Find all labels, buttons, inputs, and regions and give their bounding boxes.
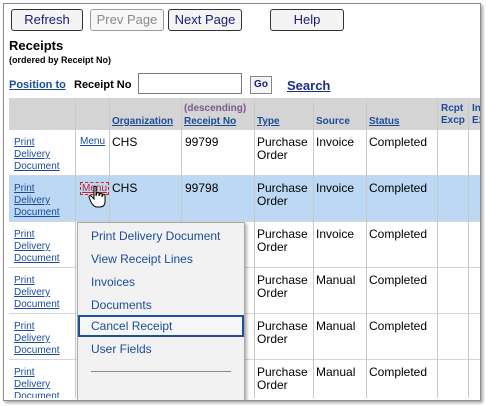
receipt-no-input[interactable] xyxy=(138,73,242,94)
cell-type: Purchase Order xyxy=(257,135,308,162)
print-delivery-document-link[interactable]: Print Delivery Document xyxy=(14,275,60,311)
print-delivery-document-link[interactable]: Print Delivery Document xyxy=(14,229,60,265)
page-subtitle: (ordered by Receipt No) xyxy=(9,55,112,65)
print-delivery-document-link[interactable]: Print Delivery Document xyxy=(14,183,60,219)
refresh-button[interactable]: Refresh xyxy=(11,9,83,31)
cell-source: Manual xyxy=(316,319,356,333)
cell-source: Manual xyxy=(316,365,356,379)
col-organization[interactable]: Organization xyxy=(112,116,173,127)
print-delivery-document-link[interactable]: Print Delivery Document xyxy=(14,321,60,357)
table-row[interactable]: PrintDeliveryDocumentMenuCHS99798Purchas… xyxy=(9,176,480,222)
menu-item-view-receipt-lines[interactable]: View Receipt Lines xyxy=(78,248,244,270)
print-delivery-document-link[interactable]: Print Delivery Document xyxy=(14,137,60,173)
cell-organization: CHS xyxy=(112,135,138,149)
cell-source: Invoice xyxy=(316,227,355,241)
cell-type: Purchase Order xyxy=(257,273,308,300)
search-link[interactable]: Search xyxy=(287,78,330,93)
table-row[interactable]: Print Delivery Document Menu CHS 99799 Purchas… xyxy=(9,130,480,176)
col-inv-excp-1: Inv xyxy=(472,103,481,114)
cell-status: Completed xyxy=(369,365,428,379)
print-delivery-document-link[interactable]: Print Delivery Document xyxy=(14,367,60,398)
menu-item-invoices[interactable]: Invoices xyxy=(78,271,244,293)
col-type[interactable]: Type xyxy=(257,116,280,127)
col-inv-excp-2: Exc xyxy=(472,115,480,126)
page-title: Receipts xyxy=(9,38,64,53)
cell-organization: CHS xyxy=(112,181,138,195)
col-source: Source xyxy=(316,116,350,127)
col-receipt-no[interactable]: Receipt No xyxy=(184,116,236,127)
receipt-no-label: Receipt No xyxy=(74,79,132,91)
cell-source: Invoice xyxy=(316,135,355,149)
prev-page-button[interactable]: Prev Page xyxy=(90,9,164,31)
cell-type: Purchase Order xyxy=(257,365,308,392)
cell-status: Completed xyxy=(369,319,428,333)
cell-status: Completed xyxy=(369,135,428,149)
col-rcpt-excp-2: Excp xyxy=(441,115,465,126)
position-to-link[interactable]: Position to xyxy=(9,79,66,91)
hand-cursor-icon xyxy=(88,185,106,208)
cell-type: Purchase Order xyxy=(257,181,308,208)
row-menu-link[interactable]: Menu xyxy=(80,136,105,147)
menu-separator xyxy=(91,371,231,372)
cell-source: Manual xyxy=(316,273,356,287)
help-button[interactable]: Help xyxy=(270,9,344,31)
menu-item-user-fields[interactable]: User Fields xyxy=(78,338,244,360)
table-header: Organization (descending) Receipt No Typ… xyxy=(9,98,481,130)
menu-item-cancel-receipt[interactable]: Cancel Receipt xyxy=(78,315,244,337)
cell-source: Invoice xyxy=(316,181,355,195)
col-descending-note: (descending) xyxy=(184,103,247,114)
go-button[interactable]: Go xyxy=(250,76,272,94)
cell-type: Purchase Order xyxy=(257,227,308,254)
col-rcpt-excp-1: Rcpt xyxy=(441,103,464,114)
row-context-menu: Print Delivery Document View Receipt Line… xyxy=(77,222,245,400)
cell-type: Purchase Order xyxy=(257,319,308,346)
cell-status: Completed xyxy=(369,273,428,287)
menu-item-documents[interactable]: Documents xyxy=(78,294,244,316)
receipts-window: Refresh Prev Page Next Page Help Receipt… xyxy=(3,3,481,401)
cell-status: Completed xyxy=(369,227,428,241)
next-page-button[interactable]: Next Page xyxy=(168,9,242,31)
cell-receipt-no: 99798 xyxy=(185,181,219,195)
col-status[interactable]: Status xyxy=(369,116,400,127)
menu-item-print-delivery-document[interactable]: Print Delivery Document xyxy=(78,225,244,247)
cell-receipt-no: 99799 xyxy=(185,135,219,149)
cell-status: Completed xyxy=(369,181,428,195)
